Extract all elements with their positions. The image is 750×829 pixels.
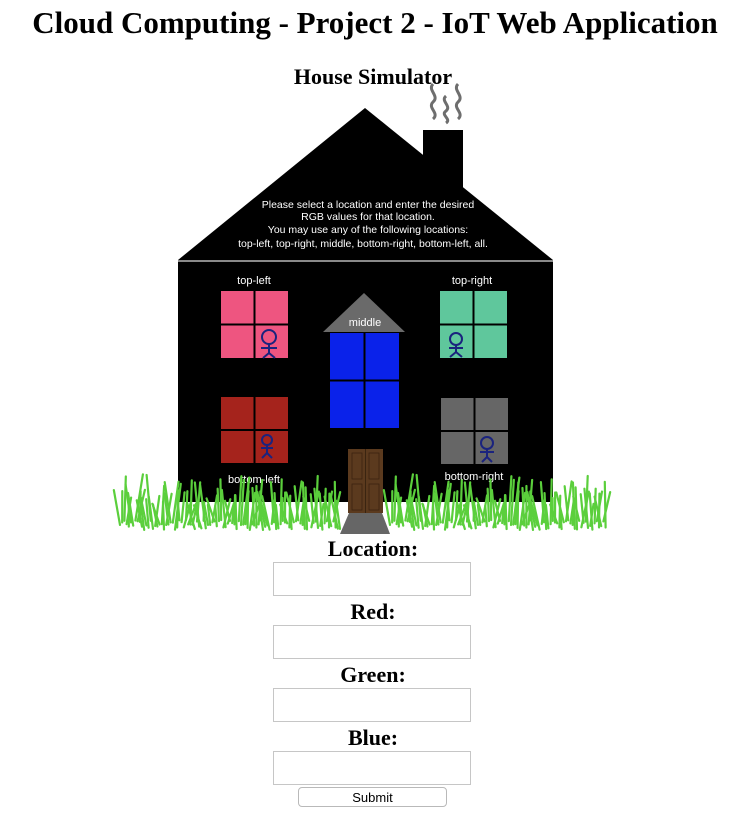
submit-button[interactable]: Submit [298, 787, 447, 807]
instruction-line-4: top-left, top-right, middle, bottom-righ… [238, 238, 488, 250]
location-label: Location: [327, 536, 419, 561]
instruction-line-2: RGB values for that location. [301, 211, 435, 223]
red-label: Red: [350, 599, 396, 624]
green-input[interactable] [273, 688, 471, 722]
label-top-right: top-right [452, 275, 492, 287]
instruction-line-1: Please select a location and enter the d… [262, 199, 475, 211]
front-path [340, 513, 390, 534]
window-top-left [221, 291, 288, 358]
simulator-heading: House Simulator [293, 64, 453, 89]
door [348, 449, 383, 513]
label-middle: middle [349, 317, 381, 329]
window-bottom-right [441, 398, 508, 464]
label-bottom-right: bottom-right [445, 471, 504, 483]
location-input[interactable] [273, 562, 471, 596]
red-input[interactable] [273, 625, 471, 659]
blue-label: Blue: [347, 725, 399, 750]
window-bottom-left [221, 397, 288, 463]
label-bottom-left: bottom-left [228, 474, 280, 486]
blue-input[interactable] [273, 751, 471, 785]
green-label: Green: [340, 662, 406, 687]
window-middle [330, 333, 399, 428]
label-top-left: top-left [237, 275, 271, 287]
instruction-line-3: You may use any of the following locatio… [268, 224, 468, 236]
